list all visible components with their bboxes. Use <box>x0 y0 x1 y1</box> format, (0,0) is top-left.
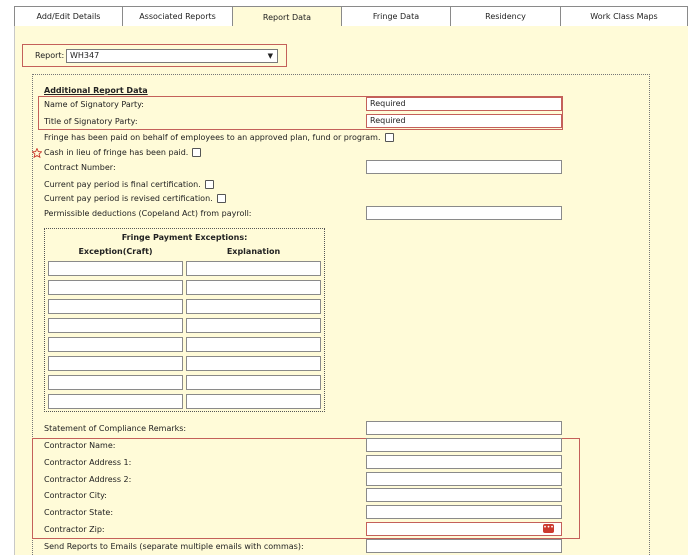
exception-craft-input[interactable] <box>48 337 183 352</box>
contractor-address1-field[interactable] <box>366 455 562 469</box>
cash-in-lieu-row: Cash in lieu of fringe has been paid. <box>44 148 202 157</box>
contractor-address1-label: Contractor Address 1: <box>44 458 132 467</box>
revised-cert-label: Current pay period is revised certificat… <box>44 194 213 203</box>
tab-fringe-data[interactable]: Fringe Data <box>341 6 450 27</box>
tab-bar: Add/Edit Details Associated Reports Repo… <box>14 6 688 27</box>
exception-craft-input[interactable] <box>48 261 183 276</box>
contractor-address2-label: Contractor Address 2: <box>44 475 132 484</box>
final-cert-row: Current pay period is final certificatio… <box>44 180 214 189</box>
signatory-name-field[interactable]: Required <box>366 97 562 111</box>
report-select-value: WH347 <box>70 51 100 60</box>
final-cert-label: Current pay period is final certificatio… <box>44 180 201 189</box>
contractor-zip-field[interactable] <box>366 522 562 536</box>
compliance-remarks-label: Statement of Compliance Remarks: <box>44 424 187 433</box>
explanation-input[interactable] <box>186 375 321 390</box>
permissible-deductions-label: Permissible deductions (Copeland Act) fr… <box>44 209 252 218</box>
tab-report-data[interactable]: Report Data <box>232 6 341 27</box>
explanation-header: Explanation <box>226 247 281 256</box>
signatory-title-field[interactable]: Required <box>366 114 562 128</box>
more-options-icon[interactable]: ••• <box>543 524 554 533</box>
chevron-down-icon: ▼ <box>267 52 273 60</box>
signatory-title-label: Title of Signatory Party: <box>44 117 138 126</box>
contractor-city-label: Contractor City: <box>44 491 107 500</box>
contractor-city-field[interactable] <box>366 488 562 502</box>
tab-residency[interactable]: Residency <box>450 6 560 27</box>
contractor-zip-label: Contractor Zip: <box>44 525 105 534</box>
section-title: Additional Report Data <box>44 86 148 95</box>
contract-number-field[interactable] <box>366 160 562 174</box>
tab-associated-reports[interactable]: Associated Reports <box>122 6 232 27</box>
exception-craft-input[interactable] <box>48 394 183 409</box>
cash-in-lieu-label: Cash in lieu of fringe has been paid. <box>44 148 189 157</box>
explanation-input[interactable] <box>186 394 321 409</box>
fringe-paid-checkbox[interactable] <box>384 133 394 142</box>
star-icon <box>32 148 42 158</box>
explanation-input[interactable] <box>186 337 321 352</box>
contractor-address2-field[interactable] <box>366 472 562 486</box>
explanation-input[interactable] <box>186 261 321 276</box>
contractor-state-field[interactable] <box>366 505 562 519</box>
fringe-paid-label: Fringe has been paid on behalf of employ… <box>44 133 381 142</box>
permissible-deductions-field[interactable] <box>366 206 562 220</box>
send-reports-label: Send Reports to Emails (separate multipl… <box>44 542 304 551</box>
exception-craft-header: Exception(Craft) <box>78 247 153 256</box>
exception-craft-input[interactable] <box>48 299 183 314</box>
tab-add-edit-details[interactable]: Add/Edit Details <box>14 6 122 27</box>
send-reports-field[interactable] <box>366 539 562 553</box>
explanation-input[interactable] <box>186 299 321 314</box>
contractor-name-label: Contractor Name: <box>44 441 116 450</box>
exception-craft-input[interactable] <box>48 318 183 333</box>
final-cert-checkbox[interactable] <box>204 180 214 189</box>
explanation-input[interactable] <box>186 318 321 333</box>
report-select[interactable]: WH347 ▼ <box>66 49 278 63</box>
tab-work-class-maps[interactable]: Work Class Maps <box>560 6 688 27</box>
contractor-name-field[interactable] <box>366 438 562 452</box>
exception-craft-input[interactable] <box>48 375 183 390</box>
exception-craft-input[interactable] <box>48 356 183 371</box>
contract-number-label: Contract Number: <box>44 163 116 172</box>
fringe-paid-row: Fringe has been paid on behalf of employ… <box>44 133 394 142</box>
contractor-state-label: Contractor State: <box>44 508 114 517</box>
fringe-exceptions-title: Fringe Payment Exceptions: <box>121 233 248 242</box>
signatory-name-label: Name of Signatory Party: <box>44 100 144 109</box>
compliance-remarks-field[interactable] <box>366 421 562 435</box>
exception-craft-input[interactable] <box>48 280 183 295</box>
explanation-input[interactable] <box>186 280 321 295</box>
revised-cert-row: Current pay period is revised certificat… <box>44 194 226 203</box>
report-label: Report: <box>35 51 65 60</box>
cash-in-lieu-checkbox[interactable] <box>192 148 202 157</box>
revised-cert-checkbox[interactable] <box>216 194 226 203</box>
explanation-input[interactable] <box>186 356 321 371</box>
